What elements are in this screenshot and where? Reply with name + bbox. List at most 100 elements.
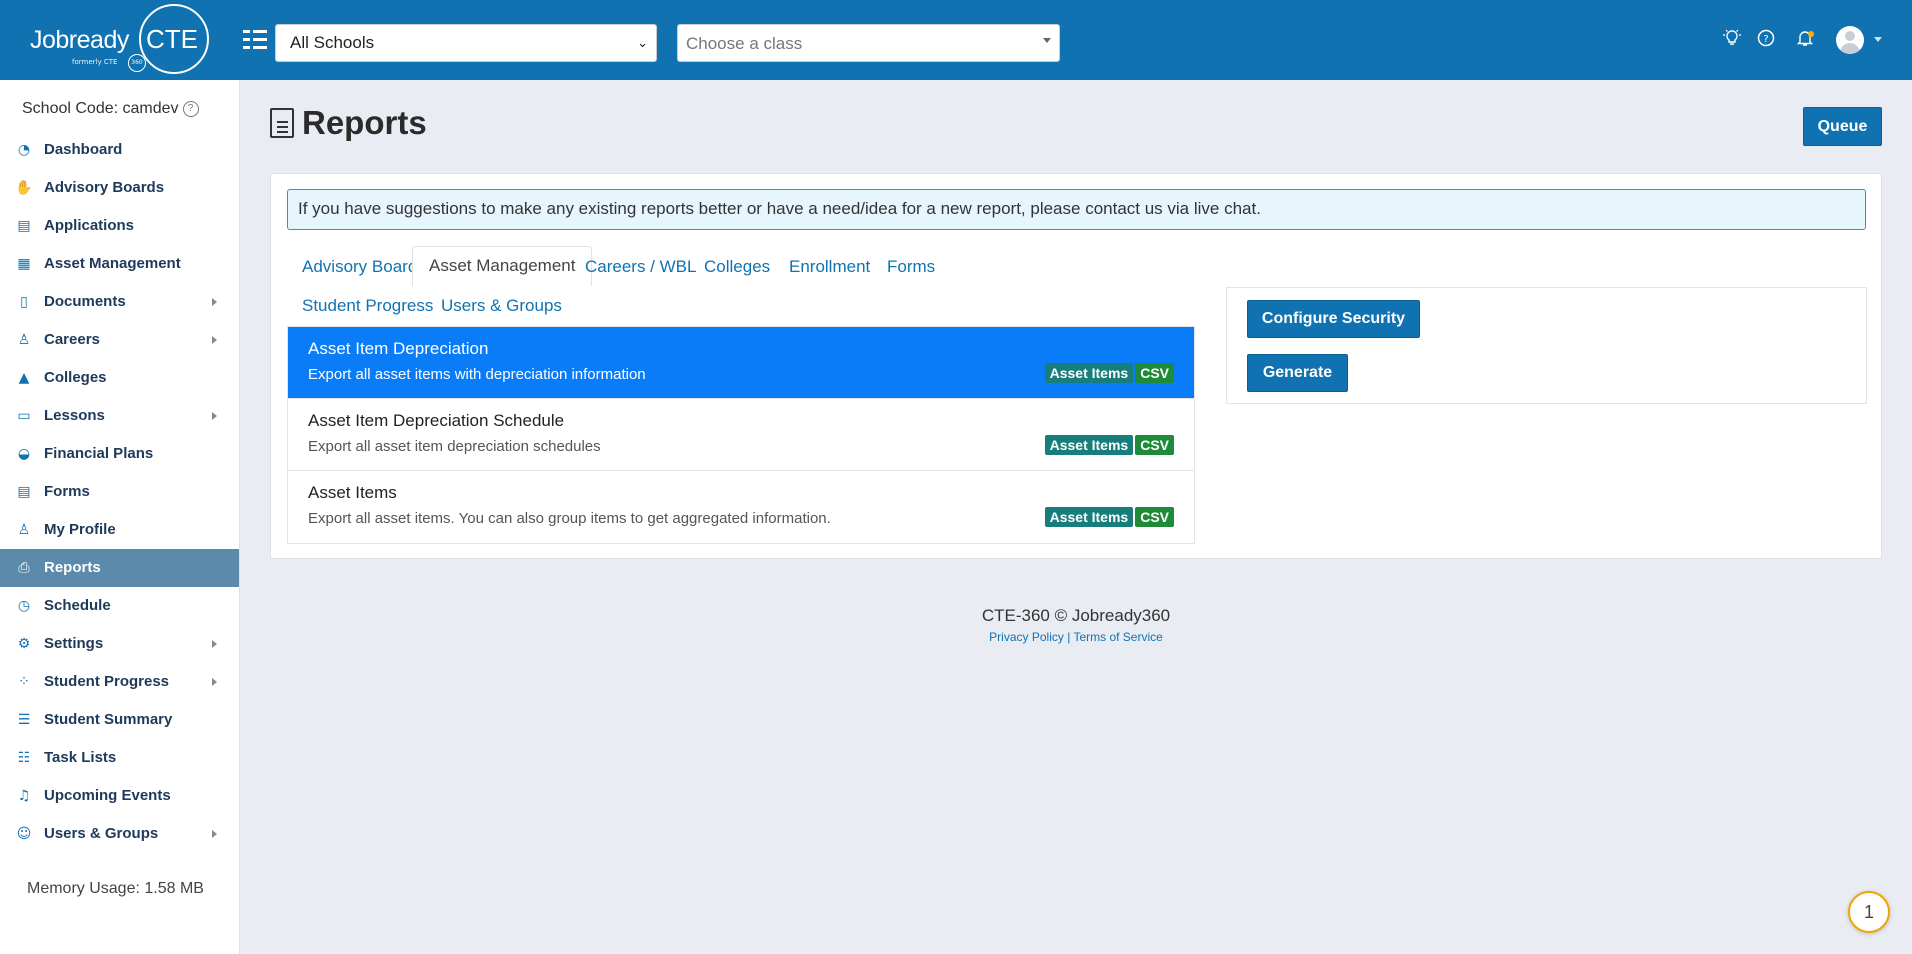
- report-badges: Asset Items CSV: [1044, 507, 1174, 527]
- sidebar-item-student-summary[interactable]: ☰ Student Summary: [0, 701, 239, 739]
- logo-subtitle: formerly CTE: [72, 58, 118, 66]
- application-icon: ▤: [17, 218, 31, 234]
- sidebar-item-my-profile[interactable]: ♙ My Profile: [0, 511, 239, 549]
- privacy-policy-link[interactable]: Privacy Policy: [989, 630, 1064, 644]
- category-badge: Asset Items: [1044, 507, 1134, 527]
- sidebar-item-label: My Profile: [44, 521, 116, 538]
- clock-icon: ◷: [17, 598, 31, 614]
- sidebar-item-label: Applications: [44, 217, 135, 234]
- list-icon: ☷: [17, 750, 31, 766]
- school-select-value: All Schools: [290, 33, 375, 52]
- report-list-item[interactable]: Asset Item Depreciation Export all asset …: [288, 327, 1194, 399]
- piggy-bank-icon: ◒: [17, 446, 31, 462]
- live-chat-button[interactable]: 1: [1848, 891, 1890, 933]
- sidebar-item-forms[interactable]: ▤ Forms: [0, 473, 239, 511]
- sidebar-item-label: Forms: [44, 483, 90, 500]
- class-select[interactable]: Choose a class: [677, 24, 1060, 62]
- terms-of-service-link[interactable]: Terms of Service: [1073, 630, 1162, 644]
- tab-advisory-board[interactable]: Advisory Board: [302, 257, 417, 277]
- tab-users-groups[interactable]: Users & Groups: [441, 296, 562, 316]
- graduation-cap-icon: ▲: [18, 370, 30, 386]
- sidebar-item-financial-plans[interactable]: ◒ Financial Plans: [0, 435, 239, 473]
- sidebar-item-label: Reports: [44, 559, 101, 576]
- sidebar-item-label: Documents: [44, 293, 126, 310]
- gear-icon: ⚙: [17, 636, 31, 652]
- tab-careers-wbl[interactable]: Careers / WBL: [585, 257, 696, 277]
- report-description: Export all asset items. You can also gro…: [308, 510, 831, 527]
- sidebar-item-student-progress[interactable]: ⁘ Student Progress: [0, 663, 239, 701]
- category-badge: Asset Items: [1044, 363, 1134, 383]
- school-code: School Code: camdev?: [22, 100, 199, 118]
- jobready-cte-logo[interactable]: Jobready CTE formerly CTE 360: [30, 4, 210, 74]
- memory-usage: Memory Usage: 1.58 MB: [27, 880, 204, 897]
- sidebar-item-label: Users & Groups: [44, 825, 159, 842]
- report-list: Asset Item Depreciation Export all asset …: [287, 326, 1195, 544]
- report-badges: Asset Items CSV: [1044, 363, 1174, 383]
- sidebar-item-label: Lessons: [44, 407, 105, 424]
- sidebar-item-label: Student Progress: [44, 673, 170, 690]
- chevron-right-icon: [212, 830, 217, 838]
- careers-icon: ♙: [17, 332, 31, 348]
- sidebar-nav: ◔ Dashboard ✋ Advisory Boards ▤ Applications ▦…: [0, 131, 239, 853]
- user-avatar[interactable]: [1836, 26, 1864, 54]
- tab-colleges[interactable]: Colleges: [704, 257, 770, 277]
- sidebar-item-label: Dashboard: [44, 141, 123, 158]
- tab-student-progress[interactable]: Student Progress: [302, 296, 433, 316]
- sidebar-item-schedule[interactable]: ◷ Schedule: [0, 587, 239, 625]
- configure-security-button[interactable]: Configure Security: [1247, 300, 1420, 338]
- sidebar-item-lessons[interactable]: ▭ Lessons: [0, 397, 239, 435]
- chevron-down-icon: ⌄: [637, 35, 648, 50]
- menu-toggle-icon[interactable]: [243, 30, 267, 52]
- footer: CTE-360 © Jobready360 Privacy Policy | T…: [270, 606, 1882, 644]
- chevron-right-icon: [212, 678, 217, 686]
- tab-forms[interactable]: Forms: [887, 257, 935, 277]
- chevron-right-icon: [212, 298, 217, 306]
- sidebar-item-task-lists[interactable]: ☷ Task Lists: [0, 739, 239, 777]
- sidebar-item-applications[interactable]: ▤ Applications: [0, 207, 239, 245]
- chevron-right-icon: [212, 336, 217, 344]
- queue-button[interactable]: Queue: [1803, 107, 1882, 146]
- page-title: Reports: [302, 104, 427, 141]
- caret-down-icon: [1043, 38, 1051, 43]
- report-actions-panel: Configure Security Generate: [1226, 287, 1867, 404]
- school-select[interactable]: All Schools ⌄: [275, 24, 657, 62]
- report-description: Export all asset item depreciation sched…: [308, 438, 601, 455]
- sidebar-item-label: Schedule: [44, 597, 111, 614]
- help-icon[interactable]: ?: [1755, 28, 1777, 50]
- top-header: Jobready CTE formerly CTE 360 All School…: [0, 0, 1912, 80]
- sidebar-item-dashboard[interactable]: ◔ Dashboard: [0, 131, 239, 169]
- sidebar-item-upcoming-events[interactable]: ♫ Upcoming Events: [0, 777, 239, 815]
- chevron-right-icon: [212, 640, 217, 648]
- report-list-item[interactable]: Asset Item Depreciation Schedule Export a…: [288, 399, 1194, 471]
- footer-separator: |: [1067, 630, 1071, 644]
- sidebar-item-asset-management[interactable]: ▦ Asset Management: [0, 245, 239, 283]
- progress-icon: ⁘: [18, 674, 30, 690]
- asset-icon: ▦: [17, 256, 31, 272]
- lightbulb-icon[interactable]: [1721, 28, 1743, 50]
- report-list-item[interactable]: Asset Items Export all asset items. You c…: [288, 471, 1194, 543]
- checklist-icon: ☰: [17, 712, 31, 728]
- report-badges: Asset Items CSV: [1044, 435, 1174, 455]
- report-title: Asset Items: [308, 483, 397, 502]
- tab-asset-management[interactable]: Asset Management: [412, 246, 593, 286]
- sidebar-item-colleges[interactable]: ▲ Colleges: [0, 359, 239, 397]
- forms-icon: ▤: [17, 484, 31, 500]
- sidebar-item-careers[interactable]: ♙ Careers: [0, 321, 239, 359]
- sidebar-item-documents[interactable]: ▯ Documents: [0, 283, 239, 321]
- sidebar-item-reports[interactable]: ⎙ Reports: [0, 549, 239, 587]
- sidebar-item-label: Advisory Boards: [44, 179, 165, 196]
- help-circle-icon[interactable]: ?: [182, 101, 199, 117]
- svg-text:?: ?: [1763, 34, 1768, 45]
- tab-enrollment[interactable]: Enrollment: [789, 257, 870, 277]
- report-title: Asset Item Depreciation Schedule: [308, 411, 565, 430]
- generate-button[interactable]: Generate: [1247, 354, 1348, 392]
- sidebar-item-label: Careers: [44, 331, 100, 348]
- sidebar-item-users-groups[interactable]: ☺ Users & Groups: [0, 815, 239, 853]
- profile-icon: ♙: [17, 522, 31, 538]
- sidebar-item-settings[interactable]: ⚙ Settings: [0, 625, 239, 663]
- sidebar-item-label: Settings: [44, 635, 104, 652]
- sidebar-item-advisory-boards[interactable]: ✋ Advisory Boards: [0, 169, 239, 207]
- printer-icon: ⎙: [18, 560, 30, 576]
- user-menu-caret-icon[interactable]: [1874, 37, 1882, 42]
- footer-links: Privacy Policy | Terms of Service: [270, 630, 1882, 644]
